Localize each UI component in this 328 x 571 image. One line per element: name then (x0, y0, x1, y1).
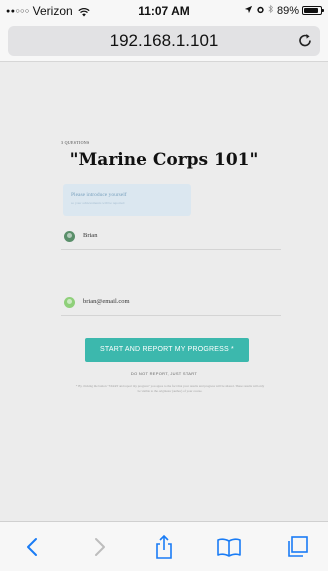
web-page: 3 QUESTIONS "Marine Corps 101" Please in… (0, 62, 328, 521)
alarm-icon (256, 5, 265, 17)
forward-icon[interactable] (86, 534, 112, 560)
status-bar: ●●○○○ Verizon 11:07 AM 89% (0, 0, 328, 22)
intro-subtitle: so your achievements will be reported (71, 201, 125, 205)
name-value[interactable]: Brian (83, 232, 97, 239)
battery-nub (322, 9, 324, 12)
battery-percent: 89% (276, 4, 299, 17)
intro-title: Please introduce yourself (71, 192, 127, 198)
start-and-report-button[interactable]: START AND REPORT MY PROGRESS * (85, 338, 249, 362)
location-arrow-icon (244, 5, 253, 17)
email-value[interactable]: brian@email.com (83, 298, 130, 305)
address-area: 192.168.1.101 (0, 22, 328, 62)
reload-icon[interactable] (296, 32, 314, 50)
address-url[interactable]: 192.168.1.101 (8, 31, 320, 51)
bookmarks-icon[interactable] (216, 534, 242, 560)
disclaimer-text: * By clicking the button "START and repo… (75, 384, 265, 393)
share-icon[interactable] (151, 534, 177, 560)
address-field[interactable]: 192.168.1.101 (8, 26, 320, 56)
avatar-icon (64, 231, 75, 242)
back-icon[interactable] (20, 534, 46, 560)
intro-box: Please introduce yourself so your achiev… (63, 184, 191, 216)
email-field[interactable]: brian@email.com (61, 296, 281, 316)
tabs-icon[interactable] (284, 534, 310, 560)
battery-fill (304, 8, 318, 13)
quiz-title: "Marine Corps 101" (69, 150, 259, 170)
battery-icon (302, 6, 324, 15)
browser-toolbar (0, 521, 328, 571)
status-right: 89% (244, 4, 324, 17)
avatar-icon (64, 297, 75, 308)
quiz-kicker: 3 QUESTIONS (61, 140, 90, 145)
bluetooth-icon (268, 4, 274, 17)
name-field[interactable]: Brian (61, 230, 281, 250)
do-not-report-link[interactable]: DO NOT REPORT, JUST START (0, 371, 328, 376)
